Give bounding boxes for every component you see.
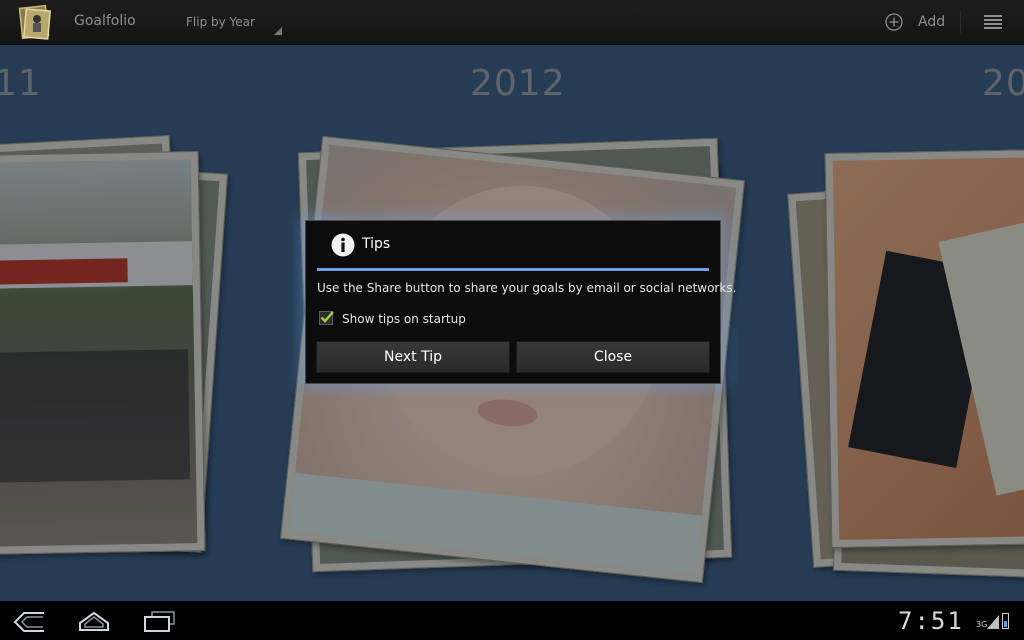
status-clock[interactable]: 7:51 xyxy=(898,607,964,635)
add-button[interactable]: Add xyxy=(876,0,956,44)
battery-icon xyxy=(1002,613,1009,629)
signal-strength-icon xyxy=(987,615,999,629)
close-button[interactable]: Close xyxy=(516,341,710,373)
home-icon[interactable] xyxy=(77,610,111,634)
dialog-header: Tips xyxy=(306,221,720,269)
info-icon xyxy=(331,233,355,257)
app-logo-icon[interactable] xyxy=(18,3,54,41)
menu-icon xyxy=(984,15,1002,29)
view-mode-spinner[interactable]: Flip by Year xyxy=(178,0,286,44)
action-bar: Goalfolio Flip by Year Add xyxy=(0,0,1024,45)
overflow-menu-button[interactable] xyxy=(972,0,1016,44)
dialog-title: Tips xyxy=(362,236,391,252)
show-tips-label[interactable]: Show tips on startup xyxy=(342,312,466,326)
checkmark-icon xyxy=(320,311,334,323)
system-navigation-bar: 7:51 3G xyxy=(0,601,1024,640)
next-tip-button[interactable]: Next Tip xyxy=(316,341,510,373)
view-mode-label: Flip by Year xyxy=(186,15,255,29)
action-bar-divider xyxy=(960,11,961,33)
add-circle-icon xyxy=(885,13,903,31)
tips-dialog: Tips Use the Share button to share your … xyxy=(305,220,736,384)
recent-apps-icon[interactable] xyxy=(142,610,176,634)
dialog-message: Use the Share button to share your goals… xyxy=(317,281,737,295)
back-icon[interactable] xyxy=(12,610,48,634)
app-title: Goalfolio xyxy=(74,13,136,29)
dialog-title-divider xyxy=(317,268,709,271)
show-tips-checkbox[interactable] xyxy=(319,311,334,325)
add-label: Add xyxy=(918,14,946,30)
dropdown-arrow-icon xyxy=(274,27,282,35)
